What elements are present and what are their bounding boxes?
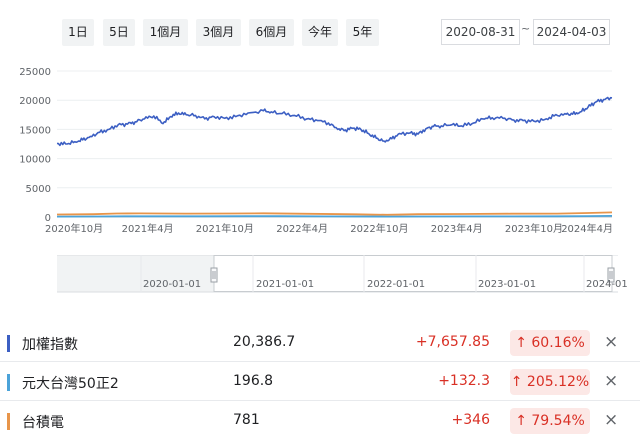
- series-color-swatch: [7, 374, 10, 391]
- y-tick-label: 20000: [19, 96, 51, 107]
- navigator-date-label: 2023-01-01: [478, 279, 536, 290]
- remove-series-close-icon[interactable]: ×: [604, 371, 618, 391]
- x-tick-label: 2023年4月: [431, 222, 483, 235]
- range-1d-button[interactable]: 1日: [62, 19, 94, 46]
- legend-row-0050-l2[interactable]: 元大台灣50正2 196.8 +132.3 ↑ 205.12% ×: [0, 363, 640, 401]
- series-value: 196.8: [233, 373, 274, 389]
- x-tick-label: 2021年4月: [122, 222, 174, 235]
- legend-row-tsmc[interactable]: 台積電 781 +346 ↑ 79.54% ×: [0, 402, 640, 440]
- range-3m-button[interactable]: 3個月: [196, 19, 241, 46]
- remove-series-close-icon[interactable]: ×: [604, 332, 618, 352]
- series-name: 台積電: [22, 415, 64, 431]
- series-change-percent-badge: ↑ 60.16%: [510, 330, 590, 356]
- series-color-swatch: [7, 335, 10, 352]
- navigator-left-handle[interactable]: [210, 267, 218, 283]
- series-color-swatch: [7, 413, 10, 430]
- range-1m-button[interactable]: 1個月: [143, 19, 188, 46]
- date-range-separator: ~: [521, 22, 531, 35]
- range-navigator[interactable]: 2020-01-01 2021-01-01 2022-01-01 2023-01-01…: [0, 255, 640, 295]
- y-tick-label: 0: [45, 213, 51, 224]
- range-5d-button[interactable]: 5日: [103, 19, 135, 46]
- start-date-input[interactable]: 2020-08-31: [441, 19, 520, 45]
- series-change: +132.3: [438, 373, 490, 389]
- x-tick-label: 2023年10月: [505, 222, 563, 235]
- x-tick-label: 2021年10月: [196, 222, 254, 235]
- legend-row-taiex[interactable]: 加權指數 20,386.7 +7,657.85 ↑ 60.16% ×: [0, 324, 640, 362]
- series-value: 20,386.7: [233, 334, 296, 350]
- series-change: +346: [451, 412, 490, 428]
- range-5y-button[interactable]: 5年: [346, 19, 379, 46]
- series-line-tsmc: [56, 211, 613, 216]
- range-ytd-button[interactable]: 今年: [302, 19, 338, 46]
- price-chart: 25000 20000 15000 10000 5000 0 2020年10月 2021年4…: [19, 67, 613, 235]
- series-name: 元大台灣50正2: [22, 376, 119, 392]
- series-change-percent-badge: ↑ 205.12%: [510, 369, 590, 395]
- y-tick-label: 10000: [19, 155, 51, 166]
- y-tick-label: 25000: [19, 67, 51, 78]
- series-line-taiex: [56, 96, 613, 147]
- x-tick-label: 2022年4月: [276, 222, 328, 235]
- remove-series-close-icon[interactable]: ×: [604, 410, 618, 430]
- series-change: +7,657.85: [415, 334, 490, 350]
- x-tick-label: 2024年4月: [561, 222, 613, 235]
- navigator-date-label: 2020-01-01: [143, 279, 201, 290]
- x-tick-label: 2020年10月: [45, 222, 103, 235]
- y-tick-label: 5000: [26, 184, 51, 195]
- end-date-input[interactable]: 2024-04-03: [533, 19, 610, 45]
- navigator-date-label: 2024-01: [586, 279, 628, 290]
- x-tick-label: 2022年10月: [350, 222, 408, 235]
- y-tick-label: 15000: [19, 125, 51, 136]
- range-6m-button[interactable]: 6個月: [249, 19, 294, 46]
- series-name: 加權指數: [22, 337, 78, 353]
- series-change-percent-badge: ↑ 79.54%: [510, 408, 590, 434]
- series-line-0050-l2: [56, 215, 613, 218]
- series-value: 781: [233, 412, 260, 428]
- navigator-date-label: 2022-01-01: [367, 279, 425, 290]
- navigator-date-label: 2021-01-01: [256, 279, 314, 290]
